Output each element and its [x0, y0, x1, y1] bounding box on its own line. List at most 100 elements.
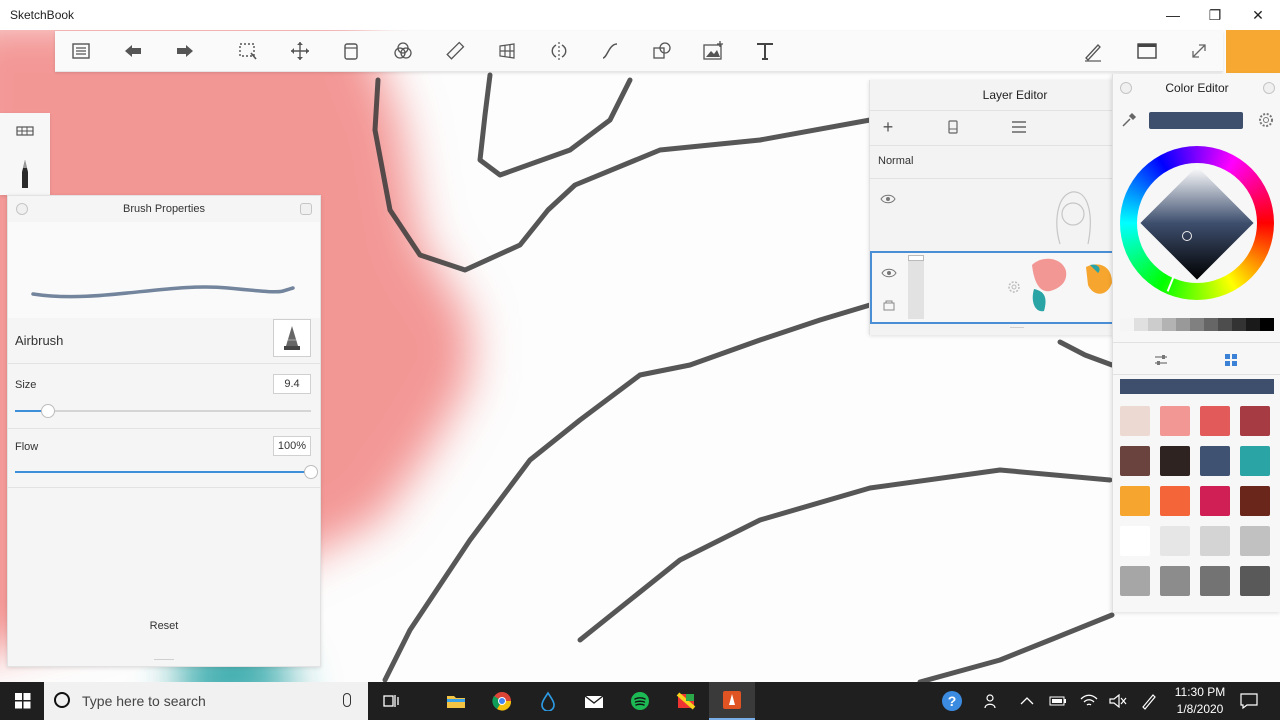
flow-slider-knob[interactable] [304, 465, 318, 479]
sketchbook-taskbar-icon[interactable] [709, 682, 755, 720]
layer-opacity-slider[interactable] [908, 255, 924, 319]
symmetry-circles-icon[interactable] [383, 31, 423, 71]
color-settings-gear-icon[interactable] [1257, 111, 1275, 129]
hue-marker[interactable] [1166, 274, 1176, 292]
panel-grip[interactable] [1010, 327, 1024, 328]
image-insert-icon[interactable] [693, 31, 733, 71]
color-swatch[interactable] [1160, 526, 1190, 556]
window-icon[interactable] [1127, 31, 1167, 71]
chrome-icon[interactable] [479, 682, 525, 720]
reset-button[interactable]: Reset [8, 620, 320, 632]
size-value-field[interactable]: 9.4 [273, 374, 311, 394]
color-swatch[interactable] [1200, 526, 1230, 556]
app-teardrop-icon[interactable] [525, 682, 571, 720]
gray-ramp-cell[interactable] [1232, 318, 1246, 331]
redo-icon[interactable] [165, 31, 205, 71]
opacity-slider-handle[interactable] [908, 255, 924, 261]
color-swatch[interactable] [1120, 486, 1150, 516]
gray-ramp[interactable] [1120, 318, 1274, 331]
microphone-icon[interactable] [343, 693, 351, 707]
color-swatch[interactable] [1200, 406, 1230, 436]
color-swatch[interactable] [1240, 566, 1270, 596]
color-swatch[interactable] [1240, 486, 1270, 516]
gray-ramp-cell[interactable] [1260, 318, 1274, 331]
eyedropper-icon[interactable] [1121, 112, 1137, 128]
pen-workspace-icon[interactable] [1126, 682, 1172, 720]
layer-row-selected[interactable] [870, 251, 1116, 324]
color-swatch[interactable] [1160, 406, 1190, 436]
color-swatch[interactable] [1160, 446, 1190, 476]
file-explorer-icon[interactable] [433, 682, 479, 720]
mirror-icon[interactable] [539, 31, 579, 71]
clock-time[interactable]: 11:30 PM [1170, 685, 1230, 699]
color-swatch[interactable] [1120, 566, 1150, 596]
windows-start-icon[interactable] [0, 682, 46, 720]
color-swatch[interactable] [1240, 406, 1270, 436]
gray-ramp-cell[interactable] [1148, 318, 1162, 331]
eye-icon[interactable] [881, 265, 897, 278]
color-swatch[interactable] [1240, 446, 1270, 476]
restore-button[interactable]: ❐ [1192, 0, 1238, 30]
minimize-button[interactable]: — [1150, 0, 1196, 30]
color-swatch[interactable] [1160, 566, 1190, 596]
sliders-tab-icon[interactable] [1153, 352, 1169, 368]
panel-grip[interactable] [154, 659, 174, 660]
blend-mode-dropdown[interactable]: Normal [878, 155, 913, 167]
notifications-icon[interactable] [1226, 682, 1272, 720]
add-layer-icon[interactable]: + [878, 117, 898, 137]
lock-layer-icon[interactable] [883, 298, 895, 311]
hue-wheel[interactable] [1120, 146, 1274, 300]
lagoon-menu-icon[interactable] [61, 31, 101, 71]
gray-ramp-cell[interactable] [1120, 318, 1134, 331]
curve-icon[interactable] [590, 31, 630, 71]
text-icon[interactable] [745, 31, 785, 71]
perspective-icon[interactable] [487, 31, 527, 71]
color-swatch[interactable] [1200, 446, 1230, 476]
panel-collapse-icon[interactable] [300, 203, 312, 215]
layer-settings-gear-icon[interactable] [1006, 279, 1022, 295]
layer-menu-icon[interactable] [1010, 119, 1028, 135]
shapes-icon[interactable] [642, 31, 682, 71]
clock-date[interactable]: 1/8/2020 [1170, 702, 1230, 716]
color-picker-cursor[interactable] [1182, 231, 1192, 241]
spotify-icon[interactable] [617, 682, 663, 720]
flow-value-field[interactable]: 100% [273, 436, 311, 456]
gray-ramp-cell[interactable] [1218, 318, 1232, 331]
task-view-icon[interactable] [368, 682, 414, 720]
gray-ramp-cell[interactable] [1204, 318, 1218, 331]
current-color-swatch[interactable] [1149, 112, 1243, 129]
swatches-tab-icon[interactable] [1223, 352, 1239, 368]
gray-ramp-cell[interactable] [1162, 318, 1176, 331]
pen-tool-icon[interactable] [1073, 31, 1113, 71]
panel-header[interactable]: Brush Properties [8, 196, 320, 222]
move-icon[interactable] [280, 31, 320, 71]
color-swatch[interactable] [1120, 526, 1150, 556]
brush-type-button[interactable] [273, 319, 311, 357]
ruler-icon[interactable] [435, 31, 475, 71]
color-swatch[interactable] [1240, 526, 1270, 556]
close-button[interactable]: ✕ [1235, 0, 1280, 30]
select-icon[interactable] [228, 31, 268, 71]
mail-icon[interactable] [571, 682, 617, 720]
taskbar-search-box[interactable]: Type here to search [44, 682, 368, 720]
mixed-color-app-icon[interactable] [663, 682, 709, 720]
color-swatch[interactable] [1160, 486, 1190, 516]
gray-ramp-cell[interactable] [1134, 318, 1148, 331]
gray-ramp-cell[interactable] [1176, 318, 1190, 331]
size-slider-knob[interactable] [40, 404, 55, 418]
brush-library-icon[interactable] [14, 121, 36, 141]
layer-delete-icon[interactable] [944, 118, 962, 136]
flow-slider[interactable] [15, 465, 318, 479]
gray-ramp-cell[interactable] [1246, 318, 1260, 331]
panel-collapse-icon[interactable] [1263, 82, 1275, 94]
eye-icon[interactable] [880, 191, 896, 204]
color-swatch[interactable] [1120, 446, 1150, 476]
pencil-brush-icon[interactable] [15, 158, 35, 190]
color-swatch[interactable] [1200, 486, 1230, 516]
bucket-icon[interactable] [331, 31, 371, 71]
layer-row[interactable] [870, 179, 1114, 251]
fullscreen-icon[interactable] [1179, 31, 1219, 71]
color-swatch[interactable] [1200, 566, 1230, 596]
undo-icon[interactable] [113, 31, 153, 71]
gray-ramp-cell[interactable] [1190, 318, 1204, 331]
